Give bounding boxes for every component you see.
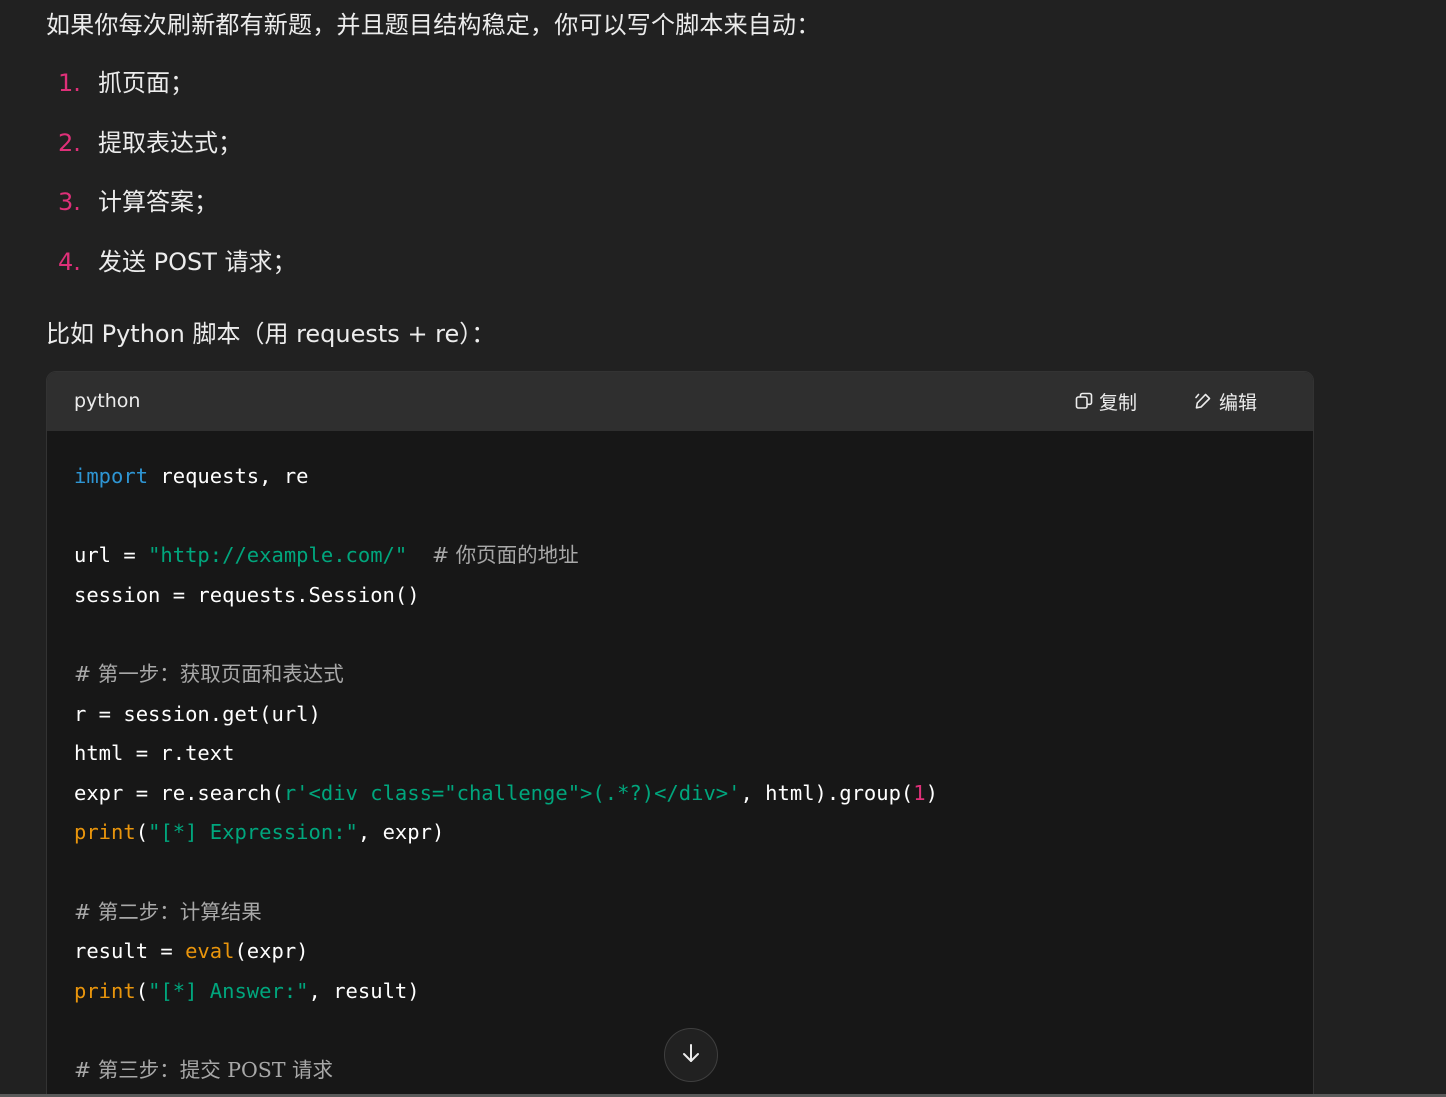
code-token: result = (74, 939, 186, 964)
code-token: requests, re (148, 464, 309, 488)
code-token: "[*] Answer:" (148, 978, 309, 1003)
lead-text: 比如 Python 脚本（用 requests + re）： (46, 320, 496, 348)
code-line: # 第一步：获取页面和表达式 (74, 655, 938, 695)
code-token: print (74, 820, 136, 845)
code-line: session = requests.Session() (74, 576, 938, 616)
code-token: (expr) (234, 939, 309, 964)
step-text: 发送 POST 请求； (98, 248, 297, 276)
code-line: import requests, re (74, 457, 938, 497)
code-token: print (74, 978, 136, 1003)
code-token: , expr) (357, 820, 445, 845)
edit-icon (1193, 391, 1213, 411)
code-token: , result) (308, 978, 420, 1003)
code-token: # 第一步：获取页面和表达式 (74, 661, 344, 686)
code-token: import (74, 464, 149, 488)
code-token: "[*] Expression:" (148, 820, 358, 845)
code-token: ( (135, 820, 149, 845)
step-item: 1. 抓页面； (58, 64, 194, 102)
step-item: 4. 发送 POST 请求； (58, 243, 297, 281)
code-token: session = requests.Session() (74, 582, 420, 607)
code-block-header: python 复制 编辑 (47, 372, 1313, 431)
code-line: print("[*] Answer:", result) (74, 972, 938, 1012)
code-token: # 你页面的地址 (431, 543, 579, 568)
code-line: result = eval(expr) (74, 932, 938, 972)
code-content: import requests, re url = "http://exampl… (74, 457, 938, 1091)
code-token: # 第二步：计算结果 (74, 899, 262, 924)
code-line: # 第三步：提交 POST 请求 (74, 1051, 938, 1091)
code-token: eval (185, 939, 235, 964)
code-token: ) (925, 780, 938, 805)
step-text: 提取表达式； (98, 129, 242, 157)
code-token: # 第三步：提交 POST 请求 (74, 1057, 334, 1082)
code-line: url = "http://example.com/" # 你页面的地址 (74, 536, 938, 576)
step-number: 3. (58, 188, 81, 216)
code-token: expr = re.search( (74, 780, 284, 805)
step-text: 计算答案； (98, 188, 218, 216)
arrow-down-icon (679, 1041, 703, 1069)
code-token: r'<div class="challenge">(.*?)</div>' (283, 780, 741, 805)
copy-button[interactable]: 复制 (1075, 386, 1137, 416)
edit-button[interactable]: 编辑 (1193, 386, 1257, 416)
code-block: python 复制 编辑 import requests, re url = "… (46, 371, 1314, 1097)
code-line: expr = re.search(r'<div class="challenge… (74, 774, 938, 814)
code-token: html = r.text (74, 741, 235, 766)
edit-button-label: 编辑 (1219, 391, 1258, 414)
code-token: , html).group( (740, 780, 914, 805)
step-number: 1. (58, 69, 81, 97)
copy-button-label: 复制 (1099, 391, 1138, 414)
code-token: r = session.get(url) (74, 701, 321, 726)
step-number: 2. (58, 129, 81, 157)
code-token: 1 (913, 780, 926, 805)
step-item: 3. 计算答案； (58, 183, 218, 221)
intro-text: 如果你每次刷新都有新题，并且题目结构稳定，你可以写个脚本来自动： (46, 11, 821, 39)
step-number: 4. (58, 248, 81, 276)
copy-icon (1075, 392, 1093, 410)
scroll-to-bottom-button[interactable] (664, 1028, 718, 1082)
code-line: r = session.get(url) (74, 695, 938, 735)
code-line: html = r.text (74, 734, 938, 774)
code-token: url = (74, 543, 149, 568)
step-item: 2. 提取表达式； (58, 124, 242, 162)
code-token: ( (135, 978, 149, 1003)
code-line: print("[*] Expression:", expr) (74, 813, 938, 853)
code-token: "http://example.com/" (148, 543, 408, 568)
code-language-label: python (74, 390, 141, 412)
code-line: # 第二步：计算结果 (74, 893, 938, 933)
step-text: 抓页面； (98, 69, 194, 97)
